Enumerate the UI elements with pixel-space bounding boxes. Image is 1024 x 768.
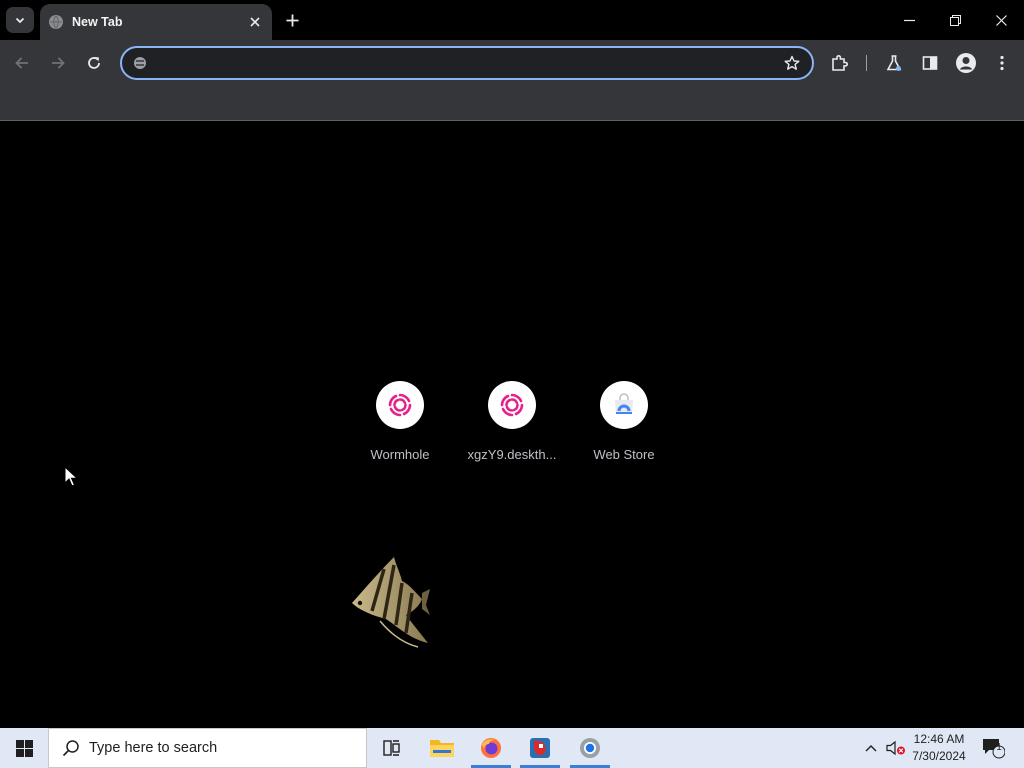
forward-button[interactable] xyxy=(44,49,72,77)
star-icon xyxy=(784,55,800,70)
reload-button[interactable] xyxy=(80,49,108,77)
chevron-down-icon xyxy=(15,17,25,24)
globe-icon xyxy=(49,15,63,29)
back-button[interactable] xyxy=(8,49,36,77)
close-icon xyxy=(250,17,260,27)
volume-button[interactable] xyxy=(884,728,908,768)
tab-search-button[interactable] xyxy=(6,7,34,33)
toolbar-separator xyxy=(866,55,867,71)
plus-icon xyxy=(286,14,298,26)
shortcut-icon-circle xyxy=(600,381,648,429)
taskbar-search-box[interactable]: Type here to search xyxy=(48,728,367,768)
minimize-button[interactable] xyxy=(886,0,932,40)
start-button[interactable] xyxy=(0,728,48,768)
tab-strip: New Tab xyxy=(0,0,1024,40)
shortcut-label: Web Store xyxy=(593,447,655,462)
wormhole-icon xyxy=(500,393,524,417)
show-hidden-icons-button[interactable] xyxy=(860,728,882,768)
shortcut-icon-circle xyxy=(376,381,424,429)
clock-date: 7/30/2024 xyxy=(912,749,966,763)
chrome-icon xyxy=(580,738,600,758)
tab-new-tab[interactable]: New Tab xyxy=(40,4,272,40)
profile-button[interactable] xyxy=(952,49,980,77)
bookmarks-bar xyxy=(0,85,1024,121)
shortcut-icon-circle xyxy=(488,381,536,429)
close-window-button[interactable] xyxy=(978,0,1024,40)
avatar-icon xyxy=(956,53,976,73)
site-info-icon[interactable] xyxy=(132,55,148,71)
flask-icon xyxy=(886,55,902,71)
address-bar[interactable] xyxy=(120,46,814,80)
restore-button[interactable] xyxy=(932,0,978,40)
windows-taskbar: Type here to search 12:46 AM 7/30/2024 1 xyxy=(0,728,1024,768)
extensions-button[interactable] xyxy=(826,49,854,77)
folder-icon xyxy=(430,740,454,757)
clock-time: 12:46 AM xyxy=(913,732,965,746)
wormhole-icon xyxy=(388,393,412,417)
web-store-icon xyxy=(615,393,633,414)
shortcut-wormhole[interactable]: Wormhole xyxy=(344,381,456,471)
notification-count-badge: 1 xyxy=(996,742,1002,753)
tab-title: New Tab xyxy=(72,15,123,29)
file-explorer-taskbar-button[interactable] xyxy=(418,728,466,768)
task-view-icon xyxy=(383,740,400,756)
browser-toolbar xyxy=(0,40,1024,85)
shortcut-xgzy9[interactable]: xgzY9.deskth... xyxy=(456,381,568,471)
labs-button[interactable] xyxy=(880,49,908,77)
puzzle-icon xyxy=(832,55,848,71)
side-panel-icon xyxy=(922,56,938,70)
new-tab-button[interactable] xyxy=(280,9,304,31)
firefox-taskbar-button[interactable] xyxy=(467,728,515,768)
action-center-button[interactable]: 1 xyxy=(978,728,1008,768)
new-tab-page: Wormhole xgzY9.deskth... Web Store xyxy=(0,121,1024,728)
minimize-icon xyxy=(903,19,915,21)
shortcut-label: xgzY9.deskth... xyxy=(467,447,557,462)
side-panel-button[interactable] xyxy=(916,49,944,77)
task-view-button[interactable] xyxy=(368,728,416,768)
menu-button[interactable] xyxy=(988,49,1016,77)
arrow-right-icon xyxy=(52,57,65,69)
reload-icon xyxy=(88,57,100,69)
address-input[interactable] xyxy=(156,52,760,76)
mouse-cursor-icon xyxy=(64,466,78,487)
angelfish-image xyxy=(352,557,430,648)
more-vert-icon xyxy=(1000,55,1004,71)
taskbar-search-placeholder: Type here to search xyxy=(89,740,218,756)
chevron-up-icon xyxy=(865,745,877,752)
app-taskbar-button[interactable] xyxy=(516,728,564,768)
app-icon xyxy=(530,738,550,758)
chrome-taskbar-button[interactable] xyxy=(566,728,614,768)
close-icon xyxy=(995,14,1007,26)
windows-logo-icon xyxy=(15,739,33,757)
bookmark-star-button[interactable] xyxy=(782,53,802,73)
close-tab-button[interactable] xyxy=(246,13,264,31)
search-icon xyxy=(61,738,81,758)
firefox-icon xyxy=(481,738,501,758)
restore-icon xyxy=(949,14,961,26)
shortcut-web-store[interactable]: Web Store xyxy=(568,381,680,471)
arrow-left-icon xyxy=(15,57,28,69)
shortcut-label: Wormhole xyxy=(370,447,430,462)
volume-muted-icon xyxy=(886,740,905,756)
taskbar-clock[interactable]: 12:46 AM 7/30/2024 xyxy=(908,731,970,765)
